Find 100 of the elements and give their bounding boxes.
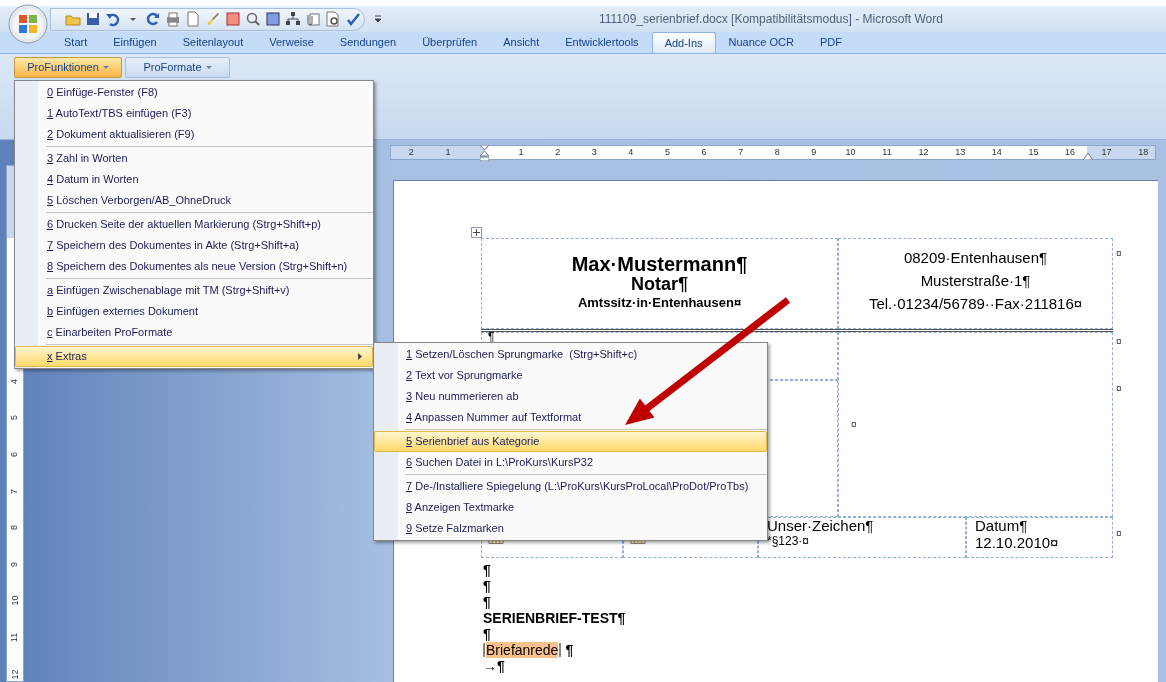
- cell-end-mark: ¤: [851, 419, 857, 430]
- menu-item[interactable]: 7 De-/Installiere Spiegelung (L:\ProKurs\KursProLocal\ProDot/ProTbs): [374, 476, 767, 497]
- page-icon[interactable]: [185, 11, 201, 27]
- ruler-number: 14: [991, 148, 1002, 157]
- paragraph-mark: ¶: [483, 595, 491, 609]
- ruler-number: 13: [955, 148, 966, 157]
- ruler-number: 7: [10, 488, 20, 494]
- paragraph-mark: ¶: [483, 579, 491, 593]
- menu-item[interactable]: 8 Speichern des Dokumentes als neue Version (Strg+Shift+n): [15, 256, 373, 277]
- ruler-number: 2: [408, 148, 414, 157]
- submenu-arrow-icon: [358, 353, 362, 360]
- ribbon-tab[interactable]: Start: [51, 32, 101, 53]
- ruler-number: 8: [10, 525, 20, 531]
- ribbon-tab[interactable]: Add-Ins: [651, 32, 716, 53]
- ruler-number: 16: [1064, 148, 1075, 157]
- ruler-number: 12: [10, 669, 20, 680]
- ruler-number: 6: [701, 148, 707, 157]
- ruler-number: 4: [628, 148, 634, 157]
- ribbon-tab[interactable]: Einfügen: [100, 32, 170, 53]
- hierarchy-icon[interactable]: [285, 11, 301, 27]
- menu-item[interactable]: 3 Zahl in Worten: [15, 148, 373, 169]
- menu-item[interactable]: 5 Löschen Verborgen/AB_OhneDruck: [15, 190, 373, 211]
- cell-text: Unser·Zeichen¶: [767, 518, 875, 534]
- paragraph-mark: ¶: [483, 563, 491, 577]
- printer-icon[interactable]: [165, 11, 181, 27]
- menu-item[interactable]: a Einfügen Zwischenablage mit TM (Strg+Shift+v): [15, 280, 373, 301]
- spellcheck-icon[interactable]: [345, 11, 361, 27]
- menu-item[interactable]: 1 AutoText/TBS einfügen (F3): [15, 103, 373, 124]
- menu-item[interactable]: 2 Text vor Sprungmarke: [374, 365, 767, 386]
- paragraph-mark: ¶: [565, 643, 574, 657]
- address-line: Tel.·01234/56789··Fax·211816¤: [868, 294, 1083, 314]
- paragraph-mark: ¶: [488, 331, 495, 343]
- cell-end-mark: ¤: [1116, 337, 1122, 347]
- ribbon-tab[interactable]: Seitenlayout: [169, 32, 257, 53]
- ruler-number: 11: [882, 148, 892, 157]
- ribbon-tab[interactable]: Überprüfen: [409, 32, 491, 53]
- menu-item[interactable]: 0 Einfüge-Fenster (F8): [15, 82, 373, 103]
- letterhead-name: Max·Mustermann¶: [571, 253, 748, 275]
- menu-item[interactable]: c Einarbeiten ProFormate: [15, 322, 373, 343]
- caret-icon: [102, 65, 109, 70]
- square-icon[interactable]: [265, 11, 281, 27]
- ruler-number: 1: [445, 148, 451, 157]
- paragraph-mark: ¶: [483, 627, 491, 641]
- heading-text: SERIENBRIEF-TEST¶: [483, 611, 626, 625]
- letterhead-title: Notar¶: [631, 275, 688, 293]
- ruler-number: 4: [10, 378, 20, 384]
- ruler-number: 11: [10, 632, 20, 643]
- address-line: 08209·Entenhausen¶: [903, 248, 1048, 268]
- menu-item[interactable]: 6 Suchen Datei in L:\ProKurs\KursP32: [374, 452, 767, 473]
- menu-item[interactable]: 9 Setze Falzmarken: [374, 518, 767, 539]
- ruler-number: 12: [918, 148, 929, 157]
- cell-end-mark: ¤: [1116, 528, 1122, 539]
- menu-item[interactable]: 1 Setzen/Löschen Sprungmarke (Strg+Shift+c): [374, 344, 767, 365]
- ruler-number: 10: [845, 148, 856, 157]
- ruler-number: 5: [10, 415, 20, 421]
- cell-text: 12.10.2010¤: [975, 534, 1060, 552]
- ribbon-tab[interactable]: PDF: [806, 32, 855, 53]
- letterhead-subtitle: Amtssitz·in·Entenhausen¤: [577, 294, 742, 312]
- menu-item[interactable]: 7 Speichern des Dokumentes in Akte (Strg+Shift+a): [15, 235, 373, 256]
- undo-icon[interactable]: [105, 11, 121, 27]
- ribbon-tab[interactable]: Sendungen: [326, 32, 410, 53]
- cell-text: *§123·¤: [767, 534, 811, 548]
- menu-item[interactable]: 2 Dokument aktualisieren (F9): [15, 124, 373, 145]
- merge-field: Briefanrede: [483, 643, 562, 657]
- cell-end-mark: ¤: [1116, 248, 1122, 259]
- menu-item[interactable]: x Extras: [15, 346, 373, 367]
- menu-item[interactable]: 3 Neu nummerieren ab: [374, 386, 767, 407]
- cell-text: Datum¶: [975, 518, 1029, 534]
- magnifier-icon[interactable]: [245, 11, 261, 27]
- document-clip-icon[interactable]: [305, 11, 321, 27]
- menu-item[interactable]: 8 Anzeigen Textmarke: [374, 497, 767, 518]
- menu-item[interactable]: 4 Anpassen Nummer auf Textformat: [374, 407, 767, 428]
- menu-item[interactable]: 6 Drucken Seite der aktuellen Markierung (Strg+Shift+p): [15, 214, 373, 235]
- redo-icon[interactable]: [145, 11, 161, 27]
- address-line: Musterstraße·1¶: [920, 271, 1031, 291]
- ruler-number: 17: [1101, 148, 1112, 157]
- table-move-handle-icon[interactable]: [471, 227, 482, 238]
- ribbon-button[interactable]: ProFunktionen: [14, 57, 122, 78]
- ribbon-button[interactable]: ProFormate: [125, 57, 230, 78]
- ribbon-tab[interactable]: Ansicht: [490, 32, 553, 53]
- ribbon-tab[interactable]: Entwicklertools: [552, 32, 652, 53]
- ribbon-tab[interactable]: Verweise: [256, 32, 327, 53]
- ruler-number: 5: [664, 148, 670, 157]
- save-icon[interactable]: [85, 11, 101, 27]
- indent-marker-icon[interactable]: [480, 144, 489, 161]
- ruler-number: 1: [518, 148, 524, 157]
- ruler-number: 7: [738, 148, 744, 157]
- menu-item[interactable]: b Einfügen externes Dokument: [15, 301, 373, 322]
- menu-item[interactable]: 5 Serienbrief aus Kategorie: [374, 431, 767, 452]
- right-indent-marker-icon[interactable]: [1083, 153, 1093, 160]
- ruler-number: 9: [811, 148, 817, 157]
- preview-icon[interactable]: [325, 11, 341, 27]
- ruler-number: 10: [10, 595, 20, 606]
- customize-icon[interactable]: [374, 14, 382, 24]
- menu-item[interactable]: 4 Datum in Worten: [15, 169, 373, 190]
- square-icon[interactable]: [225, 11, 241, 27]
- ruler-number: 9: [10, 561, 20, 567]
- cell-end-mark: ¤: [1116, 384, 1122, 394]
- ruler-number: 3: [591, 148, 597, 157]
- ribbon-tab[interactable]: Nuance OCR: [715, 32, 807, 53]
